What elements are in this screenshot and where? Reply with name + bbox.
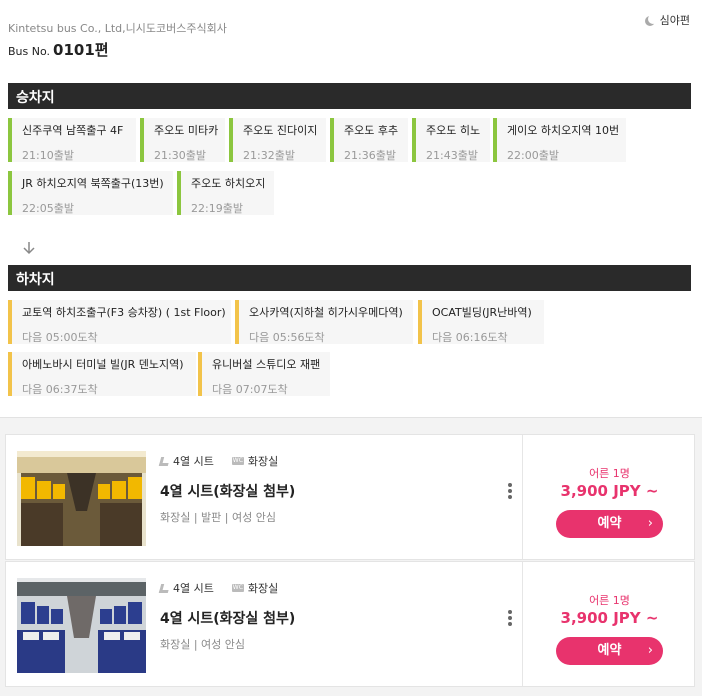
alighting-stop: 오사카역(지하철 히가시우메다역) 다음 05:56도착	[235, 300, 413, 344]
stop-time: 22:05출발	[22, 202, 74, 215]
boarding-stop: 신주쿠역 남쪽출구 4F 21:10출발	[8, 118, 136, 162]
reserve-button-label: 예약	[597, 643, 622, 658]
seat-tag-label: 4열 시트	[173, 582, 214, 595]
stop-time: 다음 06:37도착	[22, 383, 98, 396]
stop-name: 주오도 후추	[344, 124, 399, 137]
bus-no-value: 0101편	[53, 41, 109, 59]
stop-name: JR 하치오지역 북쪽출구(13번)	[22, 177, 164, 190]
reserve-button[interactable]: 예약 ›	[556, 510, 663, 538]
kebab-icon[interactable]	[508, 483, 512, 499]
wc-tag-label: 화장실	[247, 455, 279, 468]
bus-no-label: Bus No.	[8, 45, 51, 58]
seat-tag: 4열 시트	[158, 580, 214, 596]
seat-icon	[158, 583, 171, 593]
wc-icon: WC	[231, 584, 244, 592]
stop-name: 주오도 하치오지	[191, 177, 266, 190]
stop-name: 유니버설 스튜디오 재팬	[212, 358, 321, 371]
wc-tag: WC 화장실	[231, 453, 279, 469]
stop-time: 다음 06:16도착	[432, 331, 508, 344]
night-label: 심야편	[659, 14, 690, 27]
stop-time: 22:00출발	[507, 149, 559, 162]
moon-icon	[648, 14, 658, 24]
wc-icon: WC	[231, 457, 244, 465]
boarding-stop: 주오도 하치오지 22:19출발	[177, 171, 274, 215]
price-value: 3,900 JPY ~	[560, 482, 659, 500]
stop-time: 21:43출발	[426, 149, 478, 162]
alighting-header: 하차지	[8, 265, 691, 291]
chevron-right-icon: ›	[647, 516, 653, 531]
stop-time: 다음 07:07도착	[212, 383, 288, 396]
alighting-stop: 아베노바시 터미널 빌(JR 덴노지역) 다음 06:37도착	[8, 352, 196, 396]
seat-option-card[interactable]: 4열 시트 WC 화장실 4열 시트(화장실 첨부) 화장실 | 발판 | 여성…	[5, 434, 695, 560]
stop-time: 21:36출발	[344, 149, 396, 162]
bus-number: Bus No. 0101편	[8, 39, 109, 60]
boarding-stop: 주오도 후추 21:36출발	[330, 118, 408, 162]
alighting-stop: OCAT빌딩(JR난바역) 다음 06:16도착	[418, 300, 544, 344]
alighting-stop: 유니버설 스튜디오 재팬 다음 07:07도착	[198, 352, 330, 396]
route-info: Kintetsu bus Co., Ltd,니시도코버스주식회사 Bus No.…	[0, 0, 702, 418]
boarding-stop: JR 하치오지역 북쪽출구(13번) 22:05출발	[8, 171, 173, 215]
price-label: 어른 1명	[589, 467, 630, 480]
boarding-stop: 주오도 진다이지 21:32출발	[229, 118, 326, 162]
stop-name: 아베노바시 터미널 빌(JR 덴노지역)	[22, 358, 184, 371]
seat-title: 4열 시트(화장실 첨부)	[160, 611, 296, 627]
price-value: 3,900 JPY ~	[560, 609, 659, 627]
seat-tag-label: 4열 시트	[173, 455, 214, 468]
stop-name: OCAT빌딩(JR난바역)	[432, 306, 532, 319]
chevron-right-icon: ›	[647, 643, 653, 658]
stop-time: 다음 05:00도착	[22, 331, 98, 344]
stop-name: 주오도 미타카	[154, 124, 219, 137]
stop-time: 21:10출발	[22, 149, 74, 162]
company-name: Kintetsu bus Co., Ltd,니시도코버스주식회사	[8, 22, 227, 35]
stop-name: 신주쿠역 남쪽출구 4F	[22, 124, 124, 137]
stop-name: 주오도 히노	[426, 124, 481, 137]
kebab-icon[interactable]	[508, 610, 512, 626]
boarding-stop: 주오도 미타카 21:30출발	[140, 118, 225, 162]
boarding-stop: 주오도 히노 21:43출발	[412, 118, 490, 162]
alighting-stop: 교토역 하치조출구(F3 승차장) ( 1st Floor) 다음 05:00도…	[8, 300, 231, 344]
stop-time: 다음 05:56도착	[249, 331, 325, 344]
stop-time: 21:32출발	[243, 149, 295, 162]
night-badge: 심야편	[645, 12, 690, 28]
seat-title: 4열 시트(화장실 첨부)	[160, 484, 296, 500]
bus-interior-photo	[17, 578, 146, 673]
wc-tag-label: 화장실	[247, 582, 279, 595]
stop-name: 교토역 하치조출구(F3 승차장) ( 1st Floor)	[22, 306, 226, 319]
reserve-button-label: 예약	[597, 516, 622, 531]
down-arrow-icon	[23, 242, 35, 255]
price-label: 어른 1명	[589, 594, 630, 607]
seat-tags: 4열 시트 WC 화장실	[158, 580, 279, 596]
stop-name: 게이오 하치오지역 10번	[507, 124, 620, 137]
seat-tags: 4열 시트 WC 화장실	[158, 453, 279, 469]
stop-name: 오사카역(지하철 히가시우메다역)	[249, 306, 403, 319]
bus-interior-photo	[17, 451, 146, 546]
seat-tag: 4열 시트	[158, 453, 214, 469]
seat-features: 화장실 | 발판 | 여성 안심	[160, 511, 276, 524]
boarding-stop: 게이오 하치오지역 10번 22:00출발	[493, 118, 626, 162]
reserve-button[interactable]: 예약 ›	[556, 637, 663, 665]
stop-time: 21:30출발	[154, 149, 206, 162]
stop-time: 22:19출발	[191, 202, 243, 215]
stop-name: 주오도 진다이지	[243, 124, 318, 137]
wc-tag: WC 화장실	[231, 580, 279, 596]
boarding-header: 승차지	[8, 83, 691, 109]
seat-icon	[158, 456, 171, 466]
seat-features: 화장실 | 여성 안심	[160, 638, 246, 651]
seat-option-card[interactable]: 4열 시트 WC 화장실 4열 시트(화장실 첨부) 화장실 | 여성 안심 어…	[5, 561, 695, 687]
